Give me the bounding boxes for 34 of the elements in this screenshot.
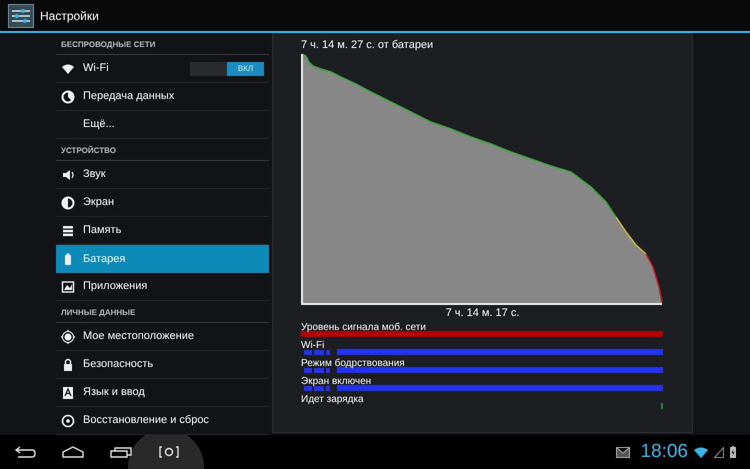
clock-time: 18:06: [640, 442, 688, 462]
section-header: БЕСПРОВОДНЫЕ СЕТИ: [61, 39, 156, 51]
sidebar-item[interactable]: Wi-Fi ВКЛ: [56, 55, 269, 83]
sidebar-item[interactable]: Звук: [56, 161, 269, 189]
section-header: ЛИЧНЫЕ ДАННЫЕ: [61, 307, 136, 319]
item-label: Wi-Fi: [83, 61, 109, 76]
sidebar-item[interactable]: Экран: [56, 189, 269, 217]
timeline-label: Уровень сигнала моб. сети: [301, 322, 427, 334]
timeline-label: Идет зарядка: [301, 394, 365, 406]
item-label: Память: [83, 223, 122, 238]
sidebar-item[interactable]: Батарея: [56, 245, 269, 273]
timeline-label: Wi-Fi: [301, 340, 326, 352]
timeline-label: Экран включен: [301, 376, 372, 388]
battery-time-label: 7 ч. 14 м. 27 с. от батареи: [301, 38, 434, 52]
timeline-label: Режим бодрствования: [301, 358, 406, 370]
item-label: Передача данных: [83, 89, 174, 104]
item-label: Безопасность: [83, 357, 154, 372]
item-label: Экран: [83, 195, 114, 210]
window-title: Настройки: [40, 8, 99, 24]
item-label: Восстановление и сброс: [83, 413, 209, 428]
item-label: Мое местоположение: [83, 329, 194, 344]
item-label: Звук: [83, 167, 106, 182]
duration-label: 7 ч. 14 м. 17 с.: [446, 306, 520, 320]
sidebar-item[interactable]: Ещё...: [56, 111, 269, 139]
item-label: Язык и ввод: [83, 385, 145, 400]
sidebar-item[interactable]: Язык и ввод: [56, 379, 269, 407]
sidebar-item[interactable]: Мое местоположение: [56, 323, 269, 351]
item-label: Приложения: [83, 279, 148, 294]
sidebar-item[interactable]: Передача данных: [56, 83, 269, 111]
section-header: УСТРОЙСТВО: [61, 145, 116, 157]
item-label: Ещё...: [83, 117, 115, 132]
sidebar-item[interactable]: Безопасность: [56, 351, 269, 379]
sidebar-item[interactable]: Приложения: [56, 273, 269, 301]
item-label: Батарея: [83, 252, 126, 267]
